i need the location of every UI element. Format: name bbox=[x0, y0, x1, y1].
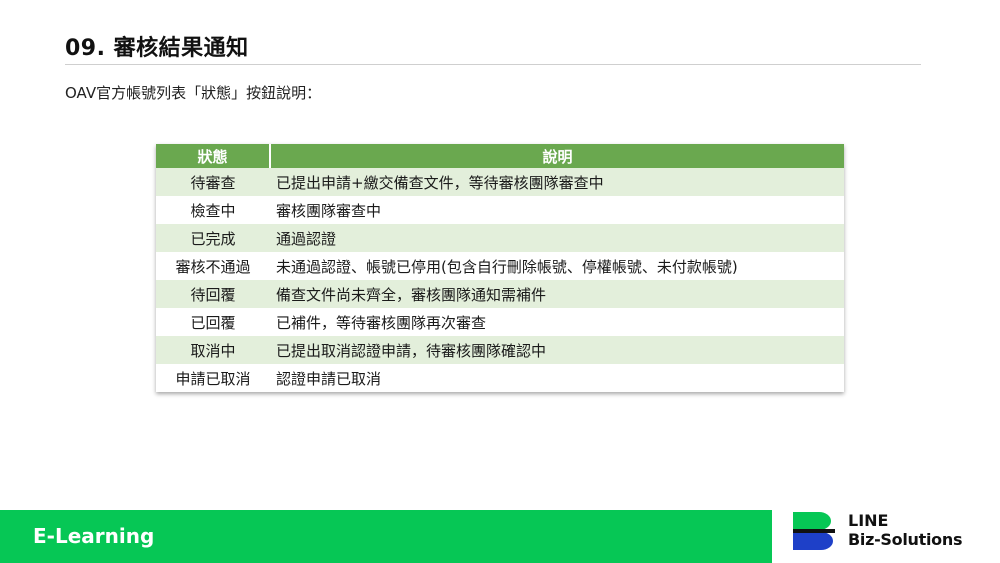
status-cell: 待回覆 bbox=[156, 280, 270, 308]
status-cell: 取消中 bbox=[156, 336, 270, 364]
status-cell: 待審查 bbox=[156, 168, 270, 196]
brand-line-2: Biz-Solutions bbox=[848, 530, 963, 549]
line-biz-logo-icon bbox=[793, 512, 835, 550]
description-cell: 審核團隊審查中 bbox=[270, 196, 844, 224]
description-cell: 通過認證 bbox=[270, 224, 844, 252]
logo-green-shape bbox=[793, 512, 831, 530]
status-cell: 申請已取消 bbox=[156, 364, 270, 392]
brand-line-1: LINE bbox=[848, 511, 889, 530]
brand-wordmark: LINE Biz-Solutions bbox=[848, 511, 962, 549]
footer-bar: E-Learning bbox=[0, 510, 772, 563]
table-row: 檢查中 審核團隊審查中 bbox=[156, 196, 844, 224]
title-divider bbox=[65, 64, 921, 65]
status-table: 狀態 說明 待審查 已提出申請+繳交備查文件，等待審核團隊審查中 檢查中 審核團… bbox=[156, 144, 844, 392]
page-title: 09. 審核結果通知 bbox=[65, 36, 249, 61]
footer-label: E-Learning bbox=[33, 524, 155, 548]
description-cell: 認證申請已取消 bbox=[270, 364, 844, 392]
table-row: 已完成 通過認證 bbox=[156, 224, 844, 252]
table-row: 已回覆 已補件，等待審核團隊再次審查 bbox=[156, 308, 844, 336]
header-description: 說明 bbox=[270, 144, 844, 168]
logo-blue-shape bbox=[793, 532, 833, 550]
description-cell: 已提出申請+繳交備查文件，等待審核團隊審查中 bbox=[270, 168, 844, 196]
status-cell: 審核不通過 bbox=[156, 252, 270, 280]
logo-dark-band bbox=[793, 529, 835, 533]
description-cell: 未通過認證、帳號已停用(包含自行刪除帳號、停權帳號、未付款帳號) bbox=[270, 252, 844, 280]
description-cell: 備查文件尚未齊全，審核團隊通知需補件 bbox=[270, 280, 844, 308]
table-row: 取消中 已提出取消認證申請，待審核團隊確認中 bbox=[156, 336, 844, 364]
table-row: 申請已取消 認證申請已取消 bbox=[156, 364, 844, 392]
header-status: 狀態 bbox=[156, 144, 271, 168]
table-row: 待審查 已提出申請+繳交備查文件，等待審核團隊審查中 bbox=[156, 168, 844, 196]
status-cell: 已完成 bbox=[156, 224, 270, 252]
table-header-row: 狀態 說明 bbox=[156, 144, 844, 168]
table-row: 待回覆 備查文件尚未齊全，審核團隊通知需補件 bbox=[156, 280, 844, 308]
page-subtitle: OAV官方帳號列表「狀態」按鈕說明： bbox=[65, 84, 322, 102]
status-cell: 檢查中 bbox=[156, 196, 270, 224]
table-row: 審核不通過 未通過認證、帳號已停用(包含自行刪除帳號、停權帳號、未付款帳號) bbox=[156, 252, 844, 280]
description-cell: 已補件，等待審核團隊再次審查 bbox=[270, 308, 844, 336]
status-cell: 已回覆 bbox=[156, 308, 270, 336]
description-cell: 已提出取消認證申請，待審核團隊確認中 bbox=[270, 336, 844, 364]
